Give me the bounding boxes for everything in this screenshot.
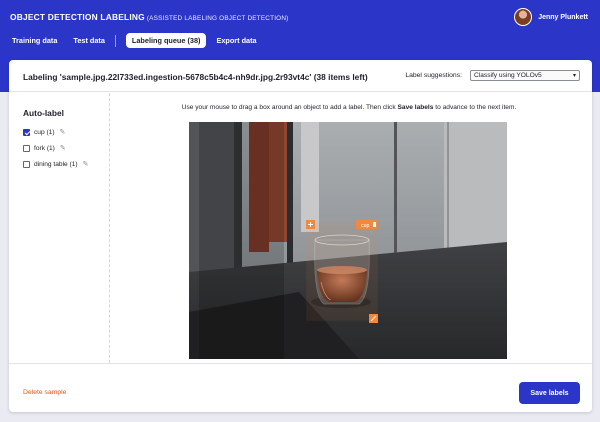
user-menu[interactable]: Jenny Plunkett: [514, 8, 588, 26]
autolabel-sidebar: Auto-label cup (1) ✎ fork (1) ✎ dining t…: [9, 93, 110, 363]
autolabel-title: Auto-label: [23, 108, 64, 118]
autolabel-item-fork[interactable]: fork (1) ✎: [23, 144, 66, 152]
save-labels-button[interactable]: Save labels: [519, 382, 580, 404]
user-name[interactable]: Jenny Plunkett: [538, 14, 588, 21]
card-header: Labeling 'sample.jpg.22l733ed.ingestion-…: [9, 60, 592, 92]
autolabel-item-label: dining table (1): [34, 160, 78, 168]
label-suggestions-value: Classify using YOLOv5: [474, 72, 542, 79]
label-suggestions: Label suggestions: Classify using YOLOv5…: [405, 70, 580, 81]
chevron-down-icon: ▾: [572, 73, 576, 79]
pencil-icon[interactable]: ✎: [83, 160, 89, 168]
label-suggestions-select[interactable]: Classify using YOLOv5 ▾: [470, 70, 580, 81]
tab-test-data[interactable]: Test data: [73, 36, 105, 45]
trash-icon[interactable]: [373, 222, 376, 227]
nav-tabs: Training data Test data Labeling queue (…: [12, 33, 273, 48]
instructions-bold: Save labels: [397, 104, 434, 111]
top-bar: OBJECT DETECTION LABELING (ASSISTED LABEL…: [10, 8, 590, 26]
pencil-icon[interactable]: ✎: [60, 128, 66, 136]
tab-training-data[interactable]: Training data: [12, 36, 57, 45]
sample-photo[interactable]: cup: [189, 122, 507, 359]
autolabel-item-dining-table[interactable]: dining table (1) ✎: [23, 160, 89, 168]
app-title: OBJECT DETECTION LABELING (ASSISTED LABEL…: [10, 12, 289, 22]
box-label-text: cup: [361, 223, 369, 229]
checkbox[interactable]: [23, 144, 30, 152]
image-canvas[interactable]: cup: [189, 122, 507, 359]
card-footer: Delete sample Save labels: [9, 363, 592, 412]
tab-export-data[interactable]: Export data: [216, 36, 256, 45]
page-title: Labeling 'sample.jpg.22l733ed.ingestion-…: [23, 72, 368, 82]
delete-sample-link[interactable]: Delete sample: [23, 389, 66, 396]
label-suggestions-label: Label suggestions:: [405, 72, 462, 79]
app-subtitle: (ASSISTED LABELING OBJECT DETECTION): [146, 15, 289, 22]
instructions: Use your mouse to drag a box around an o…: [181, 104, 517, 111]
avatar[interactable]: [514, 8, 533, 26]
checkbox[interactable]: [23, 160, 30, 168]
autolabel-item-label: cup (1): [34, 128, 55, 136]
checkbox[interactable]: [23, 128, 30, 136]
tab-divider: [114, 34, 116, 47]
autolabel-item-label: fork (1): [34, 144, 55, 152]
bounding-box[interactable]: [306, 222, 378, 321]
autolabel-item-cup[interactable]: cup (1) ✎: [23, 128, 65, 136]
pencil-icon[interactable]: ✎: [60, 144, 66, 152]
labeling-card: Labeling 'sample.jpg.22l733ed.ingestion-…: [9, 60, 592, 412]
tab-labeling-queue[interactable]: Labeling queue (38): [125, 33, 207, 48]
